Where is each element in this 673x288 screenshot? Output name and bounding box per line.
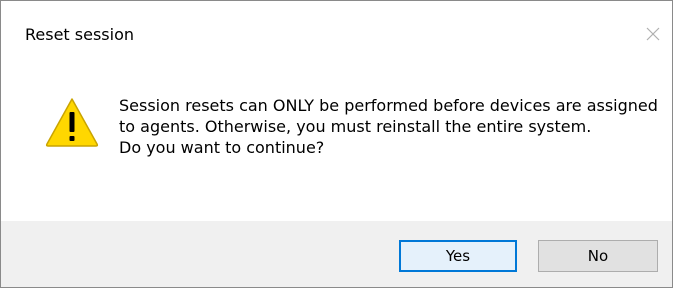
close-button[interactable] bbox=[638, 19, 668, 49]
dialog-content: Session resets can ONLY be performed bef… bbox=[1, 63, 672, 221]
dialog-message: Session resets can ONLY be performed bef… bbox=[119, 95, 659, 158]
close-icon bbox=[646, 27, 660, 41]
reset-session-dialog: Reset session Session resets can ONLY be… bbox=[0, 0, 673, 288]
warning-icon bbox=[45, 98, 99, 147]
title-bar: Reset session bbox=[1, 1, 672, 63]
message-question: Do you want to continue? bbox=[119, 138, 325, 157]
message-text: Session resets can ONLY be performed bef… bbox=[119, 96, 658, 136]
yes-button[interactable]: Yes bbox=[399, 240, 517, 272]
no-button[interactable]: No bbox=[538, 240, 658, 272]
dialog-title: Reset session bbox=[25, 25, 135, 44]
dialog-footer: Yes No bbox=[1, 221, 672, 287]
